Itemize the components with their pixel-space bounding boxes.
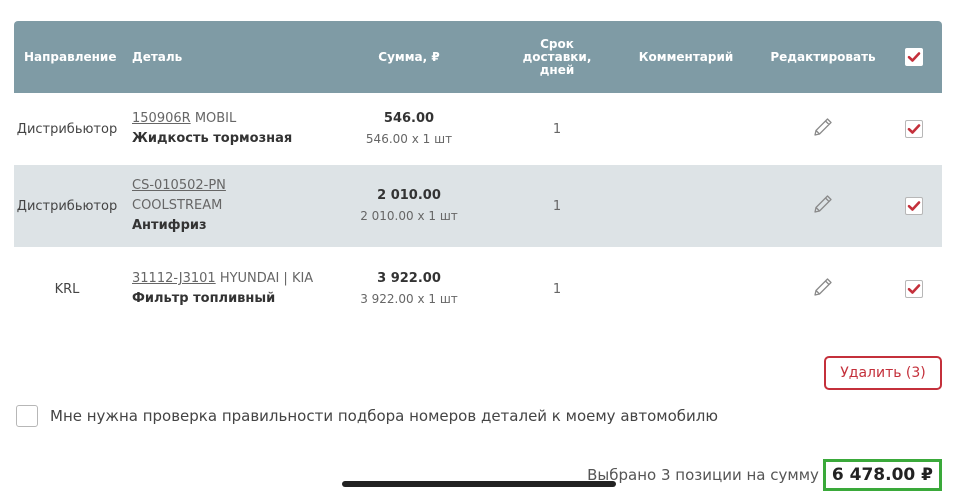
checkmark-icon: [907, 284, 921, 294]
edit-cell: [760, 93, 886, 165]
unit-price: 3 922.00 x 1 шт: [360, 292, 458, 306]
select-all-cell: [886, 21, 942, 93]
part-name: Фильтр топливный: [132, 291, 276, 306]
row-total: 546.00: [383, 111, 435, 126]
part-name: Жидкость тормозная: [132, 131, 293, 146]
cart-table: Направление Деталь Сумма, ₽ Срок доставк…: [14, 21, 942, 331]
brand-label: HYUNDAI | KIA: [219, 271, 314, 286]
pencil-icon[interactable]: [811, 115, 835, 143]
unit-price: 2 010.00 x 1 шт: [360, 209, 458, 223]
unit-price: 546.00 x 1 шт: [365, 132, 453, 146]
header-delivery: Срок доставки, дней: [522, 36, 592, 77]
row-total: 2 010.00: [377, 188, 441, 203]
checkmark-icon: [907, 52, 921, 62]
sum-cell: 546.00 546.00 x 1 шт: [334, 93, 484, 165]
verify-label[interactable]: Мне нужна проверка правильности подбора …: [50, 407, 718, 425]
delivery-days: 1: [552, 121, 562, 137]
verify-checkbox[interactable]: [16, 405, 38, 427]
row-checkbox[interactable]: [905, 280, 923, 298]
summary-text: Выбрано 3 позиции на сумму: [587, 466, 819, 484]
detail-cell: CS-010502-PN COOLSTREAM Антифриз: [132, 165, 332, 247]
header-edit: Редактировать: [770, 50, 876, 64]
sum-cell: 2 010.00 2 010.00 x 1 шт: [334, 165, 484, 247]
check-cell: [886, 247, 942, 331]
article-link[interactable]: 150906R: [132, 111, 191, 126]
checkmark-icon: [907, 201, 921, 211]
home-indicator[interactable]: [342, 481, 616, 487]
table-row: KRL 31112-J3101 HYUNDAI | KIA Фильтр топ…: [14, 247, 942, 331]
table-row: Дистрибьютор 150906R MOBIL Жидкость торм…: [14, 93, 942, 165]
delivery-days: 1: [552, 198, 562, 214]
checkmark-icon: [907, 124, 921, 134]
table-header: Направление Деталь Сумма, ₽ Срок доставк…: [14, 21, 942, 93]
route-cell: KRL: [54, 281, 80, 297]
delete-button[interactable]: Удалить (3): [824, 356, 942, 390]
summary-total: 6 478.00 ₽: [822, 459, 942, 491]
pencil-icon[interactable]: [811, 192, 835, 220]
check-cell: [886, 165, 942, 247]
header-comment: Комментарий: [638, 50, 734, 64]
article-link[interactable]: CS-010502-PN: [132, 176, 226, 196]
table-row: Дистрибьютор CS-010502-PN COOLSTREAM Ант…: [14, 165, 942, 247]
pencil-icon[interactable]: [811, 275, 835, 303]
order-summary: Выбрано 3 позиции на сумму 6 478.00 ₽: [587, 459, 942, 491]
route-cell: Дистрибьютор: [16, 198, 118, 214]
row-checkbox[interactable]: [905, 197, 923, 215]
part-name: Антифриз: [132, 218, 207, 233]
check-cell: [886, 93, 942, 165]
edit-cell: [760, 247, 886, 331]
detail-cell: 31112-J3101 HYUNDAI | KIA Фильтр топливн…: [132, 247, 332, 331]
edit-cell: [760, 165, 886, 247]
select-all-checkbox[interactable]: [905, 48, 923, 66]
sum-cell: 3 922.00 3 922.00 x 1 шт: [334, 247, 484, 331]
header-route: Направление: [24, 50, 117, 64]
brand-label: COOLSTREAM: [132, 198, 223, 213]
route-cell: Дистрибьютор: [16, 121, 118, 137]
brand-label: MOBIL: [194, 111, 237, 126]
article-link[interactable]: 31112-J3101: [132, 271, 216, 286]
delivery-days: 1: [552, 281, 562, 297]
header-detail: Деталь: [132, 50, 183, 64]
row-total: 3 922.00: [377, 271, 441, 286]
header-sum: Сумма, ₽: [378, 50, 440, 64]
row-checkbox[interactable]: [905, 120, 923, 138]
detail-cell: 150906R MOBIL Жидкость тормозная: [132, 93, 332, 165]
verify-option: Мне нужна проверка правильности подбора …: [16, 405, 718, 427]
